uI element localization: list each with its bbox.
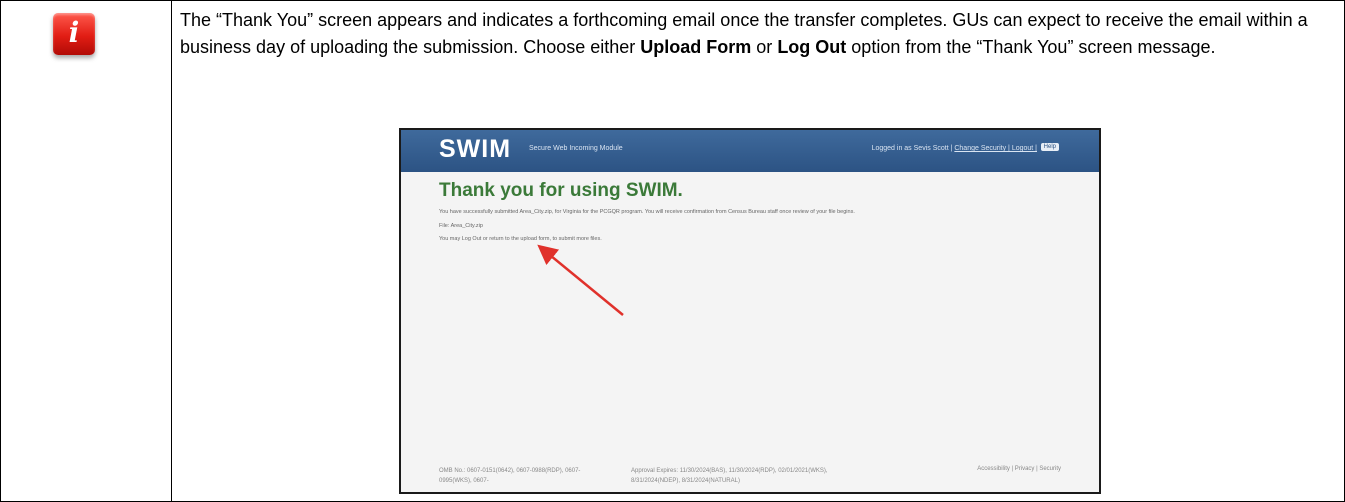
footer-omb: OMB No.: 0607-0151(0642), 0607-0988(RDP)… (439, 468, 581, 484)
help-badge: Help (1040, 143, 1059, 151)
footer-approval: Approval Expires: 11/30/2024(BAS), 11/30… (631, 468, 828, 484)
swim-subtitle: Secure Web Incoming Module (529, 145, 623, 152)
footer-links: Accessibility | Privacy | Security (977, 466, 1061, 472)
content-cell: The “Thank You” screen appears and indic… (171, 0, 1345, 502)
account-links: Change Security | Logout | (954, 145, 1037, 152)
red-arrow-icon (537, 244, 624, 316)
instruction-table: i The “Thank You” screen appears and ind… (0, 0, 1345, 502)
info-icon: i (53, 13, 95, 55)
upload-form-term: Upload Form (640, 37, 752, 57)
swim-logo: SWIM (439, 135, 512, 163)
info-icon-glyph: i (68, 16, 80, 49)
swim-footer: OMB No.: 0607-0151(0642), 0607-0988(RDP)… (401, 456, 1099, 492)
icon-cell: i (0, 0, 172, 502)
log-out-term: Log Out (777, 37, 847, 57)
swim-body: Thank you for using SWIM. You have succe… (401, 172, 1099, 492)
instruction-text-2: or (751, 37, 778, 57)
logged-in-text: Logged in as Sevis Scott | (871, 145, 953, 152)
swim-user-info: Logged in as Sevis Scott | Change Securi… (872, 145, 1037, 152)
instruction-paragraph: The “Thank You” screen appears and indic… (172, 1, 1344, 61)
instruction-text-3: option from the “Thank You” screen messa… (846, 37, 1216, 57)
swim-screenshot: SWIM Secure Web Incoming Module Logged i… (399, 128, 1101, 494)
swim-header: SWIM Secure Web Incoming Module Logged i… (401, 130, 1099, 172)
